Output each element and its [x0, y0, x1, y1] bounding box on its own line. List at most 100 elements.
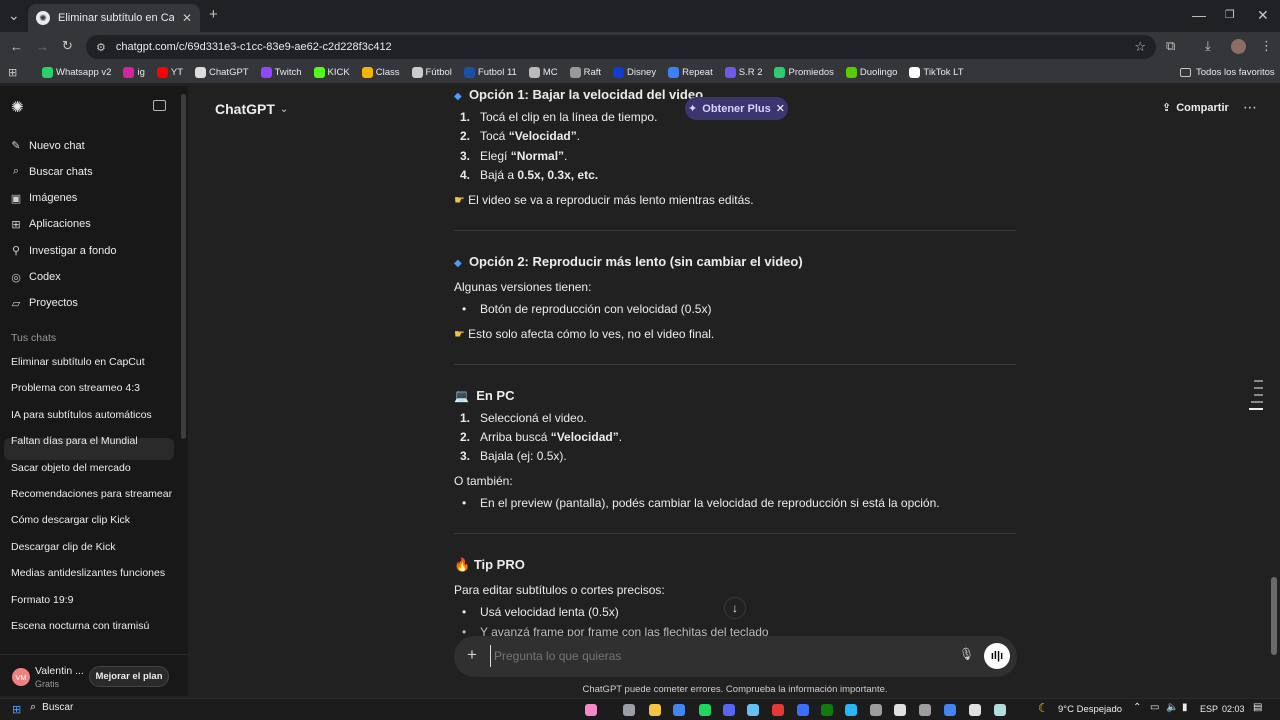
taskbar-app-icon[interactable] [994, 704, 1006, 716]
taskbar-app-icon[interactable] [969, 704, 981, 716]
taskbar-app-icon[interactable] [623, 704, 635, 716]
maximize-icon[interactable]: ❐ [1225, 6, 1235, 24]
bookmark-item[interactable]: Duolingo [840, 67, 904, 78]
notifications-icon[interactable]: ▤ [1253, 702, 1262, 713]
taskbar-search[interactable]: ⌕ Buscar [30, 701, 73, 714]
sidebar-nav-item[interactable]: ⊞ Aplicaciones [10, 218, 90, 231]
reload-icon[interactable]: ↻ [62, 38, 73, 54]
taskbar-app-icon[interactable] [723, 704, 735, 716]
chat-history-item[interactable]: Problema con streameo 4:3 [11, 382, 140, 394]
downloads-icon[interactable]: ⤓ [1205, 38, 1211, 54]
bookmark-item[interactable]: Futbol 11 [458, 67, 523, 78]
taskbar-app-icon[interactable] [845, 704, 857, 716]
clock[interactable]: 02:03 [1222, 704, 1245, 714]
user-name[interactable]: Valentin ... [35, 665, 84, 677]
minimize-icon[interactable]: — [1192, 6, 1206, 24]
toggle-sidebar-icon[interactable] [153, 100, 166, 111]
chat-history-item[interactable]: Escena nocturna con tiramisú [11, 620, 149, 632]
bookmark-item[interactable]: Twitch [255, 67, 308, 78]
main-scrollbar-track[interactable] [1271, 94, 1277, 659]
bookmark-item[interactable]: Fútbol [406, 67, 458, 78]
address-bar[interactable]: ⚙ chatgpt.com/c/69d331e3-c1cc-83e9-ae62-… [86, 35, 1156, 59]
weather-text[interactable]: 9°C Despejado [1058, 704, 1122, 715]
sidebar-scrollbar[interactable] [181, 94, 186, 439]
bookmark-item[interactable]: Repeat [662, 67, 719, 78]
chat-history-item[interactable]: Faltan días para el Mundial [11, 435, 138, 447]
chat-history-item[interactable]: Recomendaciones para streamear [11, 488, 172, 500]
profile-avatar[interactable] [1231, 39, 1246, 54]
chat-history-item[interactable]: Descargar clip de Kick [11, 541, 115, 553]
sidebar-nav-item[interactable]: ▱ Proyectos [10, 297, 78, 310]
taskbar-app-icon[interactable] [649, 704, 661, 716]
taskbar-app-icon[interactable] [944, 704, 956, 716]
taskbar-app-icon[interactable] [894, 704, 906, 716]
taskbar-app-icon[interactable] [797, 704, 809, 716]
get-plus-button[interactable]: ✦ Obtener Plus ✕ [685, 97, 788, 120]
more-options-icon[interactable]: ⋯ [1243, 99, 1257, 116]
site-info-icon[interactable]: ⚙ [96, 41, 106, 54]
sidebar-nav-item[interactable]: ✎ Nuevo chat [10, 139, 84, 153]
browser-tab[interactable]: ✺ Eliminar subtítulo en CapCut ✕ [28, 4, 200, 32]
tab-list-icon[interactable]: ⌄ [8, 6, 20, 24]
bookmark-item[interactable]: Promiedos [768, 67, 839, 78]
bookmark-item[interactable]: Disney [607, 67, 662, 78]
bookmark-item[interactable]: ig [117, 67, 150, 78]
taskbar-app-icon[interactable] [585, 704, 597, 716]
bookmark-label: Duolingo [859, 67, 898, 78]
bookmark-item[interactable]: Class [356, 67, 406, 78]
option2-heading: ◆ Opción 2: Reproducir más lento (sin ca… [454, 254, 803, 269]
sidebar-nav-item[interactable]: ⌕ Buscar chats [10, 165, 93, 178]
sidebar-nav-item[interactable]: ▣ Imágenes [10, 192, 78, 205]
add-attachment-icon[interactable]: + [467, 645, 477, 665]
taskbar-app-icon[interactable] [772, 704, 784, 716]
dismiss-icon[interactable]: ✕ [776, 102, 785, 115]
back-icon[interactable]: ← [10, 39, 23, 54]
chat-history-item[interactable]: IA para subtítulos automáticos [11, 409, 152, 421]
taskbar-app-icon[interactable] [919, 704, 931, 716]
bookmark-item[interactable]: ChatGPT [189, 67, 255, 78]
tray-chevron-icon[interactable]: ⌃ [1133, 702, 1141, 713]
browser-menu-icon[interactable]: ⋮ [1260, 38, 1273, 54]
taskbar-app-icon[interactable] [699, 704, 711, 716]
chatgpt-logo-icon[interactable]: ✺ [11, 98, 24, 116]
sidebar-nav-item[interactable]: ⚲ Investigar a fondo [10, 244, 116, 258]
battery-icon[interactable]: ▮ [1182, 702, 1188, 713]
share-button[interactable]: ⇪ Compartir [1162, 101, 1229, 115]
taskbar-app-icon[interactable] [747, 704, 759, 716]
sidebar-nav-item[interactable]: ◎ Codex [10, 271, 61, 284]
all-bookmarks-folder[interactable]: Todos los favoritos [1180, 67, 1275, 78]
start-windows-icon[interactable]: ⊞ [12, 703, 21, 716]
microphone-icon[interactable]: 🎙 [959, 647, 974, 661]
bookmark-item[interactable]: Raft [564, 67, 607, 78]
bookmark-item[interactable]: YT [151, 67, 189, 78]
extensions-icon[interactable]: ⧉ [1166, 38, 1175, 54]
bookmark-item[interactable]: Whatsapp v2 [36, 67, 117, 78]
model-selector[interactable]: ChatGPT ⌄ [215, 101, 288, 117]
prompt-input[interactable] [490, 645, 930, 667]
taskbar-app-icon[interactable] [673, 704, 685, 716]
voice-mode-button[interactable]: ıl|ı [984, 643, 1010, 669]
conversation-outline-icon[interactable] [1249, 380, 1263, 410]
bookmark-star-icon[interactable]: ☆ [1134, 39, 1146, 55]
chat-history-item[interactable]: Formato 19:9 [11, 594, 73, 606]
volume-icon[interactable]: 🔈 [1166, 702, 1178, 713]
window-close-icon[interactable]: ✕ [1257, 6, 1269, 24]
taskbar-app-icon[interactable] [821, 704, 833, 716]
chat-history-item[interactable]: Medias antideslizantes funciones [11, 567, 165, 579]
network-icon[interactable]: ▭ [1150, 702, 1159, 713]
chat-history-item[interactable]: Eliminar subtítulo en CapCut [11, 356, 145, 368]
bookmark-item[interactable]: TikTok LT [903, 67, 969, 78]
bookmark-item[interactable]: KICK [308, 67, 356, 78]
scroll-down-button[interactable]: ↓ [724, 597, 746, 619]
bookmark-item[interactable]: S.R 2 [719, 67, 769, 78]
forward-icon[interactable]: → [36, 39, 49, 54]
close-tab-icon[interactable]: ✕ [182, 11, 192, 25]
main-scrollbar-thumb[interactable] [1271, 577, 1277, 655]
bookmark-item[interactable]: MC [523, 67, 564, 78]
taskbar-app-icon[interactable] [870, 704, 882, 716]
new-tab-icon[interactable]: + [209, 6, 218, 24]
language-indicator[interactable]: ESP [1200, 704, 1218, 714]
chat-history-item[interactable]: Sacar objeto del mercado [11, 462, 131, 474]
apps-grid-icon[interactable]: ⊞ [8, 66, 36, 79]
chat-history-item[interactable]: Cómo descargar clip Kick [11, 514, 130, 526]
